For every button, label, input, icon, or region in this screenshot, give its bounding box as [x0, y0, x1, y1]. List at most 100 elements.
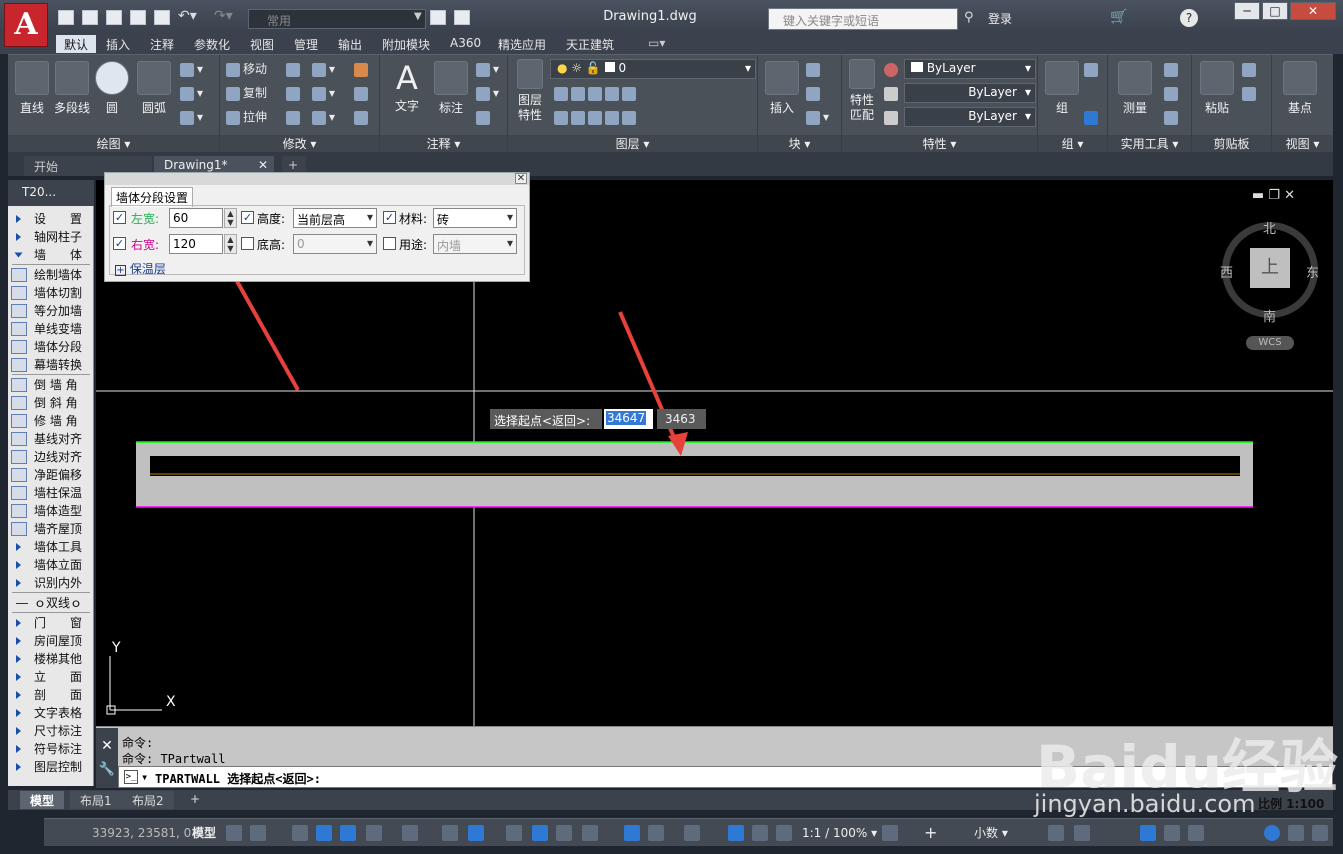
search-input[interactable]: 键入关键字或短语 — [768, 8, 958, 30]
palette-item[interactable]: 房间屋顶 — [8, 632, 94, 650]
new-file-icon[interactable] — [58, 10, 74, 25]
lock-ui-icon[interactable] — [1074, 825, 1090, 841]
palette-item[interactable]: 墙柱保温 — [8, 484, 94, 502]
maximize-button[interactable]: □ — [1262, 2, 1288, 20]
layer-properties-button[interactable]: 图层 特性 — [512, 59, 548, 123]
palette-item[interactable]: 幕墙转换 — [8, 356, 94, 374]
annotation-scale-select[interactable]: 1:1 / 100% ▾ — [802, 824, 877, 842]
dialog-grip[interactable] — [105, 173, 529, 185]
linetype-dropdown[interactable]: ByLayer ▾ — [904, 83, 1036, 103]
lineweight-icon[interactable] — [884, 83, 901, 103]
copy-clip-icon[interactable] — [1242, 83, 1259, 103]
palette-item[interactable]: 门 窗 — [8, 614, 94, 632]
palette-item[interactable]: 尺寸标注 — [8, 722, 94, 740]
tab-layout2[interactable]: 布局2 — [122, 791, 174, 809]
chevron-down-icon[interactable]: ▾ — [141, 770, 148, 784]
fillet-icon[interactable]: ▾ — [312, 83, 335, 103]
redo-icon[interactable]: ↷▾ — [214, 8, 233, 24]
erase-icon[interactable] — [354, 59, 371, 79]
tab-annotate[interactable]: 注释 — [142, 35, 182, 53]
explode-icon[interactable] — [354, 83, 371, 103]
group-panel-title[interactable]: 组 ▾ — [1038, 135, 1107, 153]
close-tab-icon[interactable]: ✕ — [258, 158, 268, 172]
login-button[interactable]: 登录 — [988, 10, 1012, 27]
base-height-checkbox[interactable] — [241, 237, 254, 250]
add-layout-button[interactable]: + — [180, 791, 210, 809]
table-icon[interactable] — [476, 107, 493, 127]
viewport-controls[interactable]: ▬ ❐ ✕ — [1252, 188, 1295, 203]
palette-item[interactable]: 墙体工具 — [8, 538, 94, 556]
rectangle-icon[interactable]: ▾ — [180, 59, 203, 79]
gear-icon[interactable] — [882, 825, 898, 841]
compass-west[interactable]: 西 — [1220, 262, 1233, 281]
palette-item[interactable]: 修 墙 角 — [8, 412, 94, 430]
palette-item[interactable]: 绘制墙体 — [8, 266, 94, 284]
lineweight-toggle-icon[interactable] — [506, 825, 522, 841]
mirror-icon[interactable] — [286, 83, 303, 103]
palette-item[interactable]: 设 置 — [8, 210, 94, 228]
palette-item[interactable]: 倒 斜 角 — [8, 394, 94, 412]
block-panel-title[interactable]: 块 ▾ — [758, 135, 841, 153]
tab-tangent[interactable]: 天正建筑 — [558, 35, 622, 53]
quick-properties-icon[interactable] — [1048, 825, 1064, 841]
rotate-icon[interactable] — [286, 59, 303, 79]
edit-block-icon[interactable] — [806, 83, 823, 103]
view-panel-title[interactable]: 视图 ▾ — [1272, 135, 1333, 153]
tab-featured-apps[interactable]: 精选应用 — [490, 35, 554, 53]
isodraft-icon[interactable] — [402, 825, 418, 841]
palette-item[interactable]: 净距偏移 — [8, 466, 94, 484]
move-button[interactable]: 移动 — [226, 59, 267, 79]
hatch-icon[interactable]: ▾ — [180, 83, 203, 103]
layer-state-icon[interactable] — [430, 10, 446, 25]
gizmo-icon[interactable] — [684, 825, 700, 841]
trim-icon[interactable]: ▾ — [312, 59, 335, 79]
save-as-icon[interactable] — [130, 10, 146, 25]
dialog-close-button[interactable]: ✕ — [515, 173, 527, 184]
model-space-toggle[interactable]: 模型 — [192, 824, 216, 842]
palette-item[interactable]: 墙体立面 — [8, 556, 94, 574]
customization-icon[interactable] — [1288, 825, 1304, 841]
group-select-icon[interactable] — [1084, 107, 1101, 127]
3d-osnap-icon[interactable] — [582, 825, 598, 841]
palette-item[interactable]: 倒 墙 角 — [8, 376, 94, 394]
tab-default[interactable]: 默认 — [56, 35, 97, 53]
palette-item[interactable]: 墙 体 — [8, 246, 94, 264]
save-icon[interactable] — [106, 10, 122, 25]
layer-tools-row2[interactable] — [554, 107, 639, 127]
match-properties-button[interactable]: 特性 匹配 — [844, 59, 880, 123]
layer-panel-title[interactable]: 图层 ▾ — [508, 135, 757, 153]
tab-output[interactable]: 输出 — [330, 35, 370, 53]
compass-north[interactable]: 北 — [1263, 218, 1276, 237]
snap-icon[interactable] — [250, 825, 266, 841]
coordinates-readout[interactable]: 33923, 23581, 0 — [92, 824, 191, 842]
infocenter-icon[interactable] — [1264, 825, 1280, 841]
palette-item[interactable]: 识别内外 — [8, 574, 94, 592]
close-window-button[interactable]: ✕ — [1290, 2, 1336, 20]
wcs-menu[interactable]: WCS — [1246, 336, 1294, 350]
attribute-icon[interactable]: ▾ — [806, 107, 829, 127]
stretch-button[interactable]: 拉伸 — [226, 107, 267, 127]
lineweight-dropdown[interactable]: ByLayer ▾ — [904, 107, 1036, 127]
hardware-acceleration-icon[interactable] — [1164, 825, 1180, 841]
palette-item[interactable]: 符号标注 — [8, 740, 94, 758]
color-wheel-icon[interactable] — [884, 59, 901, 79]
cut-icon[interactable] — [1242, 59, 1259, 79]
height-checkbox[interactable]: ✓ — [241, 211, 254, 224]
object-snap-tracking-icon[interactable] — [442, 825, 458, 841]
cart-icon[interactable]: 🛒 — [1110, 9, 1127, 25]
tab-parametric[interactable]: 参数化 — [186, 35, 238, 53]
linear-dim-icon[interactable]: ▾ — [476, 59, 499, 79]
insert-button[interactable]: 插入 — [762, 61, 802, 116]
leader-icon[interactable]: ▾ — [476, 83, 499, 103]
quick-select-icon[interactable] — [1164, 59, 1181, 79]
isolate-objects-icon[interactable] — [1140, 825, 1156, 841]
calculator-icon[interactable] — [1164, 107, 1181, 127]
palette-item[interactable]: 立 面 — [8, 668, 94, 686]
material-checkbox[interactable]: ✓ — [383, 211, 396, 224]
right-width-checkbox[interactable]: ✓ — [113, 237, 126, 250]
annotation-visibility-icon[interactable] — [728, 825, 744, 841]
grid-icon[interactable] — [226, 825, 242, 841]
palette-item[interactable]: 墙齐屋顶 — [8, 520, 94, 538]
application-menu-button[interactable]: A — [4, 3, 48, 47]
palette-item[interactable]: 文字表格 — [8, 704, 94, 722]
